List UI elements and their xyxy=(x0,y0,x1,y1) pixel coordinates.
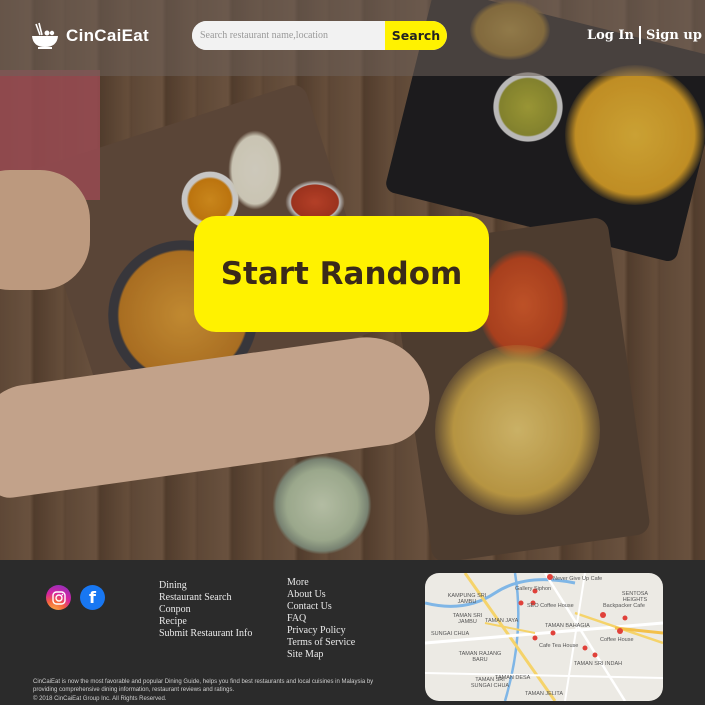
footer-link-privacy[interactable]: Privacy Policy xyxy=(287,625,355,637)
map-area-label: KAMPUNG SRI JAMBU xyxy=(447,593,487,605)
footer-link-contact[interactable]: Contact Us xyxy=(287,601,355,613)
footer-copyright: © 2018 CinCaiEat Group Inc. All Rights R… xyxy=(33,696,167,702)
search-button[interactable]: Search xyxy=(385,21,447,50)
map-area-label: TAMAN SRI SUNGAI CHUA xyxy=(470,677,510,689)
brand-name: CinCaiEat xyxy=(66,26,149,45)
map-area-label: TAMAN SRI INDAH xyxy=(573,661,623,667)
start-random-button[interactable]: Start Random xyxy=(194,216,489,332)
signup-link[interactable]: Sign up xyxy=(646,28,702,43)
footer-link-about[interactable]: About Us xyxy=(287,589,355,601)
search-input[interactable] xyxy=(192,21,385,50)
footer-link-coupon[interactable]: Conpon xyxy=(159,604,252,616)
logo[interactable]: CinCaiEat xyxy=(30,22,149,50)
map-place-label: SEO Coffee House xyxy=(527,603,574,609)
footer-link-faq[interactable]: FAQ xyxy=(287,613,355,625)
map-area-label: SUNGAI CHUA xyxy=(431,631,470,637)
map-area-label: TAMAN SRI JAMBU xyxy=(452,613,483,625)
footer-link-dining[interactable]: Dining xyxy=(159,580,252,592)
footer-links-dining: Dining Restaurant Search Conpon Recipe S… xyxy=(159,580,252,640)
map-area-label: TAMAN BAHAGIA xyxy=(545,623,590,629)
search-bar: Search xyxy=(192,21,447,50)
map-area-label: TAMAN JELITA xyxy=(525,691,563,697)
restaurant-map[interactable]: Never Give Up Cafe Gallery Siphon SEO Co… xyxy=(425,573,663,701)
map-place-label: Never Give Up Cafe xyxy=(553,576,603,582)
instagram-icon[interactable] xyxy=(46,585,71,610)
auth-links: Log In Sign up xyxy=(587,26,702,44)
auth-divider xyxy=(638,26,641,44)
map-area-label: TAMAN JAYA xyxy=(485,618,519,624)
footer-link-recipe[interactable]: Recipe xyxy=(159,616,252,628)
top-navbar: CinCaiEat Search Log In Sign up xyxy=(0,0,705,76)
food-bowl-icon xyxy=(32,22,58,49)
map-place-label: Gallery Siphon xyxy=(515,586,552,592)
instagram-glyph xyxy=(51,590,66,605)
map-area-label: SENTOSA HEIGHTS xyxy=(621,591,649,603)
map-area-label: TAMAN RAJANG BARU xyxy=(458,651,502,663)
map-place-label: Cafe Tea House xyxy=(539,643,579,649)
footer-links-more: More About Us Contact Us FAQ Privacy Pol… xyxy=(287,577,355,661)
facebook-icon[interactable]: f xyxy=(80,585,105,610)
footer-link-restaurant-search[interactable]: Restaurant Search xyxy=(159,592,252,604)
footer-link-sitemap[interactable]: Site Map xyxy=(287,649,355,661)
footer-about-text: CinCaiEat is now the most favorable and … xyxy=(33,679,374,693)
footer-link-submit-restaurant[interactable]: Submit Restaurant Info xyxy=(159,628,252,640)
login-link[interactable]: Log In xyxy=(587,28,634,43)
map-place-label: Coffee House xyxy=(600,637,634,643)
map-place-label: Backpacker Cafe xyxy=(603,603,645,609)
facebook-glyph: f xyxy=(89,588,96,607)
footer-link-more[interactable]: More xyxy=(287,577,355,589)
footer-link-terms[interactable]: Terms of Service xyxy=(287,637,355,649)
